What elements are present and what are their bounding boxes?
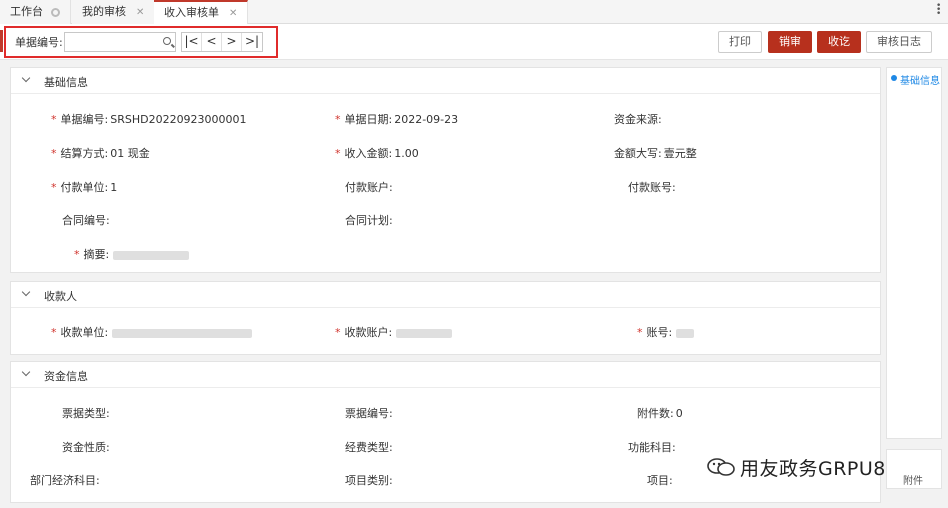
tab-income-audit[interactable]: 收入审核单 ✕ [154,0,249,25]
section-header[interactable]: 资金信息 [11,362,880,388]
tab-label: 收入审核单 [164,6,219,19]
redacted-value [396,328,453,338]
doc-no-label: 单据编号: [15,36,63,49]
field-bill-type[interactable]: 票据类型: [62,405,110,421]
attach-count-value: 0 [675,407,683,420]
field-payer-no[interactable]: 付款账号: [628,179,676,195]
section-header[interactable]: 基础信息 [11,68,880,94]
field-dept-econ[interactable]: 部门经济科目: [30,472,100,488]
doc-no-search-input[interactable] [64,32,176,52]
settle-value: 01 现金 [110,147,150,160]
field-fund-nature[interactable]: 资金性质: [62,439,110,455]
payer-value: 1 [110,181,118,194]
field-settle: * 结算方式: 01 现金 [51,147,150,160]
field-doc-date: * 单据日期: 2022-09-23 [335,113,459,126]
chevron-down-icon[interactable] [21,287,31,297]
field-fund-source[interactable]: 资金来源: [614,111,662,127]
toolbar-accent-bar [0,30,3,52]
close-icon[interactable]: ✕ [136,1,144,25]
amount-value: 1.00 [394,147,419,160]
section-fund-info: 资金信息 票据类型: 票据编号: 附件数: 0 资金性质: 经费类型: 功能科目:… [10,361,881,503]
field-amount: * 收入金额: 1.00 [335,147,419,160]
doc-date-value: 2022-09-23 [394,113,459,126]
field-payee-unit: * 收款单位: [51,324,253,340]
close-icon[interactable]: ✕ [229,3,237,24]
next-record-button[interactable]: > [222,33,242,51]
first-record-button[interactable]: |< [182,33,202,51]
field-doc-no: * 单据编号: SRSHD20220923000001 [51,113,247,126]
field-payee-account: * 收款账户: [335,324,453,340]
tab-bar: 工作台 我的审核 ✕ 收入审核单 ✕ • • • [0,0,948,25]
field-project[interactable]: 项目: [647,472,673,488]
tab-label: 工作台 [10,5,43,18]
watermark-text: 用友政务GRPU8 [740,458,886,480]
tab-label: 我的审核 [82,5,126,18]
more-menu-icon[interactable]: • • • [936,2,941,19]
field-bill-no[interactable]: 票据编号: [345,405,393,421]
field-payer: * 付款单位: 1 [51,181,118,194]
last-record-button[interactable]: >| [242,33,262,51]
chevron-down-icon[interactable] [21,367,31,377]
doc-no-value: SRSHD20220923000001 [110,113,247,126]
field-summary[interactable]: * 摘要: [74,246,190,262]
field-expense-type[interactable]: 经费类型: [345,439,393,455]
attachment-panel[interactable]: 附件 [886,449,942,489]
section-basic-info: 基础信息 * 单据编号: SRSHD20220923000001 * 单据日期: 202… [10,67,881,273]
active-dot-icon [891,75,897,81]
field-contract-plan[interactable]: 合同计划: [345,212,393,228]
field-payer-account[interactable]: 付款账户: [345,179,393,195]
receive-button[interactable]: 收讫 [817,31,861,53]
field-contract-no[interactable]: 合同编号: [62,212,110,228]
field-payee-acct-no: * 账号: [637,324,695,340]
toolbar: 单据编号: |< < > >| 打印 销审 收讫 审核日志 [0,24,948,60]
cancel-audit-button[interactable]: 销审 [768,31,812,53]
section-title: 资金信息 [44,370,88,383]
prev-record-button[interactable]: < [202,33,222,51]
chevron-down-icon[interactable] [21,73,31,83]
record-navigator: |< < > >| [181,32,263,52]
redacted-value [112,328,253,338]
anchor-basic-info[interactable]: 基础信息 [900,72,940,87]
redacted-value [676,328,695,338]
tab-my-audit[interactable]: 我的审核 ✕ [72,0,156,25]
section-header[interactable]: 收款人 [11,282,880,308]
redacted-value [113,250,190,260]
section-title: 收款人 [44,290,77,303]
search-icon[interactable] [163,37,171,45]
tab-workbench[interactable]: 工作台 [0,0,71,24]
attachment-label: 附件 [903,476,923,487]
wechat-icon [707,458,735,476]
field-amount-upper: 金额大写: 壹元整 [614,147,697,160]
field-func-subject[interactable]: 功能科目: [628,439,676,455]
side-anchor-nav: 基础信息 [886,67,942,439]
print-button[interactable]: 打印 [718,31,762,53]
section-payee: 收款人 * 收款单位: * 收款账户: * 账号: [10,281,881,355]
amount-upper-value: 壹元整 [663,147,697,160]
field-project-type[interactable]: 项目类别: [345,472,393,488]
field-attach-count: 附件数: 0 [637,407,683,420]
section-title: 基础信息 [44,76,88,89]
audit-log-button[interactable]: 审核日志 [866,31,932,53]
settings-icon[interactable] [51,7,60,17]
